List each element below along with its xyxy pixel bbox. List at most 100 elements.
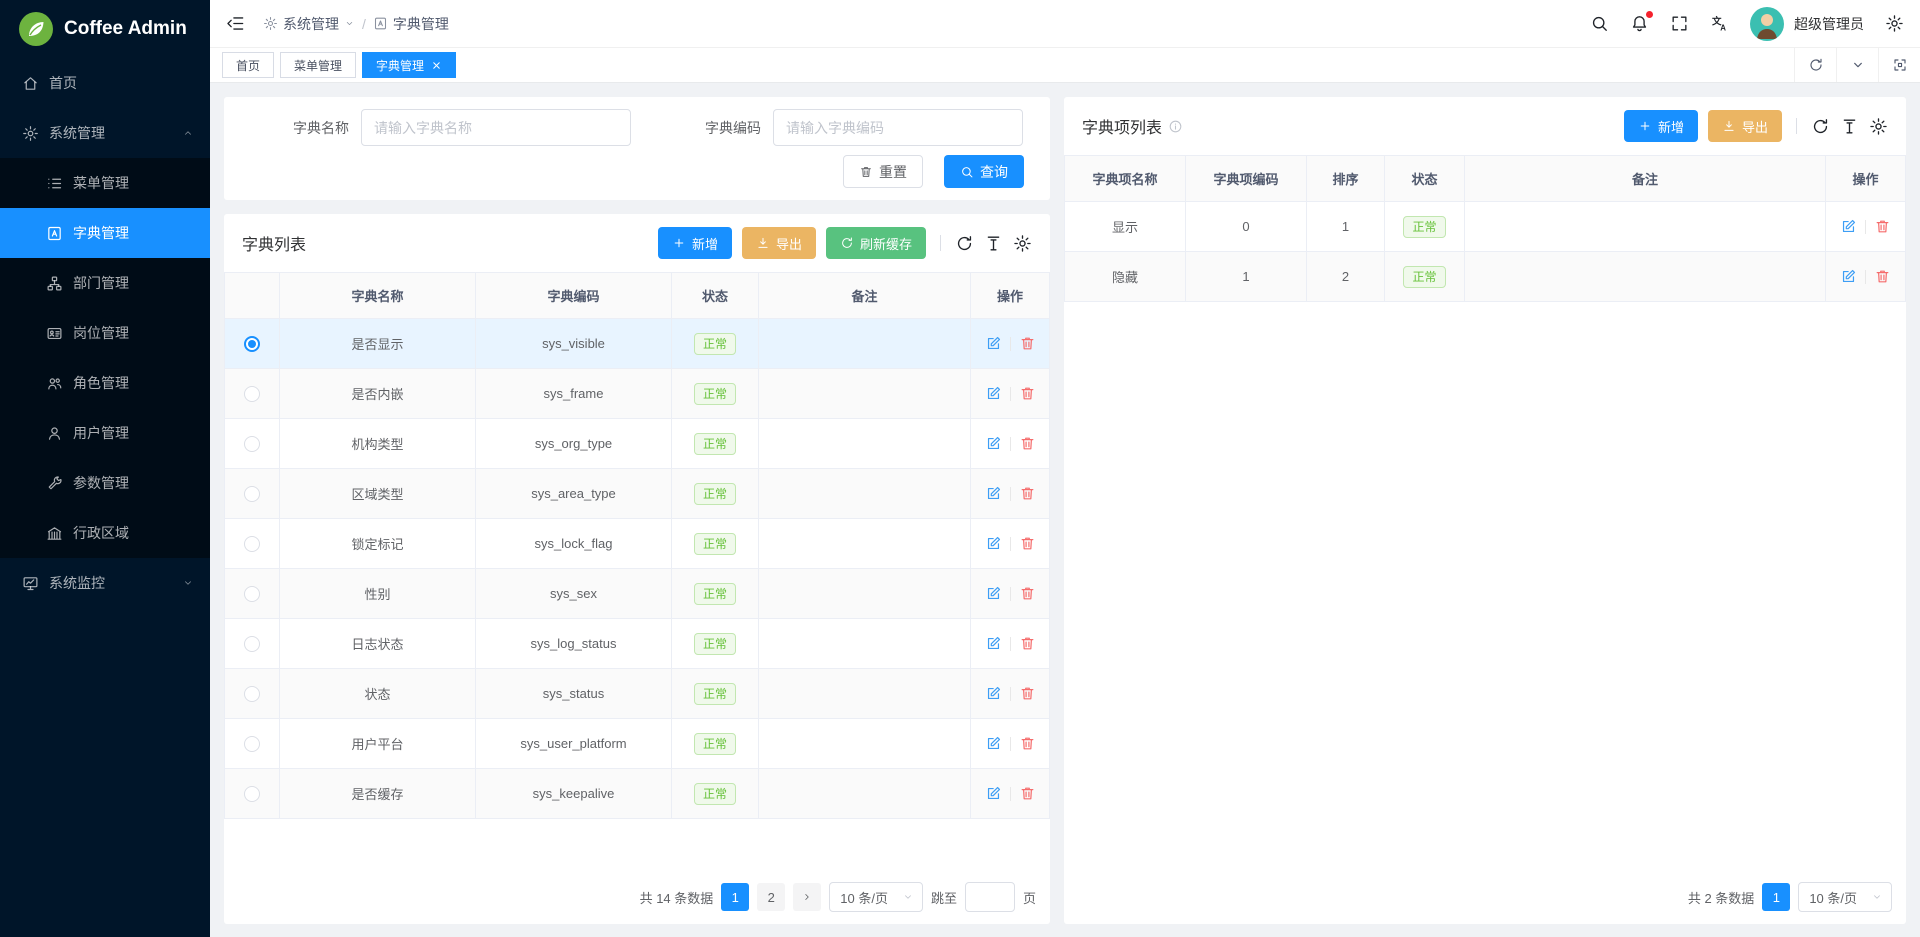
sidebar-item-label: 用户管理 — [73, 423, 129, 443]
dict-row[interactable]: 是否内嵌 sys_frame 正常 — [225, 369, 1050, 419]
delete-icon[interactable] — [1019, 785, 1036, 802]
info-icon[interactable] — [1168, 119, 1183, 134]
edit-icon[interactable] — [985, 585, 1002, 602]
breadcrumb-item-dict[interactable]: 字典管理 — [373, 14, 449, 34]
edit-icon[interactable] — [985, 485, 1002, 502]
fullscreen-icon[interactable] — [1670, 14, 1689, 33]
breadcrumb-item-system[interactable]: 系统管理 — [263, 14, 355, 34]
reload-table-icon[interactable] — [955, 234, 974, 253]
tab-home[interactable]: 首页 — [222, 52, 274, 78]
delete-icon[interactable] — [1019, 685, 1036, 702]
delete-icon[interactable] — [1019, 485, 1036, 502]
edit-icon[interactable] — [985, 385, 1002, 402]
notifications-button[interactable] — [1630, 14, 1649, 33]
sidebar-item-user-management[interactable]: 用户管理 — [0, 408, 210, 458]
dict-row[interactable]: 区域类型 sys_area_type 正常 — [225, 469, 1050, 519]
dict-row[interactable]: 是否缓存 sys_keepalive 正常 — [225, 769, 1050, 819]
total-count: 共 14 条数据 — [640, 888, 714, 907]
reload-table-icon[interactable] — [1811, 117, 1830, 136]
delete-icon[interactable] — [1019, 335, 1036, 352]
edit-icon[interactable] — [985, 785, 1002, 802]
dict-name-input[interactable] — [361, 109, 631, 146]
refresh-page-button[interactable] — [1794, 48, 1836, 82]
dict-row[interactable]: 是否显示 sys_visible 正常 — [225, 319, 1050, 369]
username[interactable]: 超级管理员 — [1794, 14, 1864, 34]
radio[interactable] — [244, 636, 260, 652]
sidebar-item-param-management[interactable]: 参数管理 — [0, 458, 210, 508]
dict-row[interactable]: 机构类型 sys_org_type 正常 — [225, 419, 1050, 469]
radio[interactable] — [244, 736, 260, 752]
reset-button[interactable]: 重置 — [843, 155, 923, 188]
edit-icon[interactable] — [985, 335, 1002, 352]
add-dict-button[interactable]: 新增 — [658, 227, 732, 259]
sidebar-item-dict-management[interactable]: 字典管理 — [0, 208, 210, 258]
dict-row[interactable]: 用户平台 sys_user_platform 正常 — [225, 719, 1050, 769]
close-icon[interactable] — [431, 60, 442, 71]
radio[interactable] — [244, 586, 260, 602]
sidebar-item-admin-region[interactable]: 行政区域 — [0, 508, 210, 558]
refresh-cache-button[interactable]: 刷新缓存 — [826, 227, 926, 259]
add-dict-item-button[interactable]: 新增 — [1624, 110, 1698, 142]
export-dict-item-button[interactable]: 导出 — [1708, 110, 1782, 142]
edit-icon[interactable] — [1840, 218, 1857, 235]
row-height-icon[interactable] — [1840, 117, 1859, 136]
delete-icon[interactable] — [1874, 268, 1891, 285]
delete-icon[interactable] — [1019, 385, 1036, 402]
avatar[interactable] — [1750, 7, 1784, 41]
sidebar-item-dept-management[interactable]: 部门管理 — [0, 258, 210, 308]
content-fullscreen-button[interactable] — [1878, 48, 1920, 82]
page-size-select[interactable]: 10 条/页 — [1798, 882, 1892, 912]
translate-icon[interactable] — [1710, 14, 1729, 33]
next-page-button[interactable] — [793, 883, 821, 911]
jump-page-input[interactable] — [965, 882, 1015, 912]
menu-fold-icon[interactable] — [226, 14, 245, 33]
edit-icon[interactable] — [985, 435, 1002, 452]
dict-row[interactable]: 锁定标记 sys_lock_flag 正常 — [225, 519, 1050, 569]
edit-icon[interactable] — [985, 535, 1002, 552]
radio-selected[interactable] — [244, 336, 260, 352]
settings-gear-icon[interactable] — [1885, 14, 1904, 33]
radio[interactable] — [244, 536, 260, 552]
page-button-2[interactable]: 2 — [757, 883, 785, 911]
delete-icon[interactable] — [1019, 435, 1036, 452]
delete-icon[interactable] — [1019, 635, 1036, 652]
radio[interactable] — [244, 436, 260, 452]
dict-item-row[interactable]: 隐藏 1 2 正常 — [1065, 252, 1906, 302]
delete-icon[interactable] — [1019, 585, 1036, 602]
radio[interactable] — [244, 386, 260, 402]
dict-code-input[interactable] — [773, 109, 1023, 146]
delete-icon[interactable] — [1874, 218, 1891, 235]
column-settings-gear-icon[interactable] — [1013, 234, 1032, 253]
tab-actions-dropdown[interactable] — [1836, 48, 1878, 82]
page-button-1[interactable]: 1 — [721, 883, 749, 911]
page-size-select[interactable]: 10 条/页 — [829, 882, 923, 912]
page-button-1[interactable]: 1 — [1762, 883, 1790, 911]
export-dict-button[interactable]: 导出 — [742, 227, 816, 259]
edit-icon[interactable] — [985, 735, 1002, 752]
app-logo[interactable]: Coffee Admin — [0, 0, 210, 58]
row-height-icon[interactable] — [984, 234, 1003, 253]
tab-menu-management[interactable]: 菜单管理 — [280, 52, 356, 78]
sidebar-item-system-management[interactable]: 系统管理 — [0, 108, 210, 158]
dict-row[interactable]: 状态 sys_status 正常 — [225, 669, 1050, 719]
radio[interactable] — [244, 486, 260, 502]
sidebar-item-post-management[interactable]: 岗位管理 — [0, 308, 210, 358]
sidebar-item-home[interactable]: 首页 — [0, 58, 210, 108]
sidebar-item-system-monitor[interactable]: 系统监控 — [0, 558, 210, 608]
column-settings-gear-icon[interactable] — [1869, 117, 1888, 136]
search-icon[interactable] — [1590, 14, 1609, 33]
delete-icon[interactable] — [1019, 735, 1036, 752]
edit-icon[interactable] — [1840, 268, 1857, 285]
query-button[interactable]: 查询 — [944, 155, 1024, 188]
tab-dict-management[interactable]: 字典管理 — [362, 52, 456, 78]
radio[interactable] — [244, 686, 260, 702]
dict-row[interactable]: 日志状态 sys_log_status 正常 — [225, 619, 1050, 669]
delete-icon[interactable] — [1019, 535, 1036, 552]
radio[interactable] — [244, 786, 260, 802]
dict-item-row[interactable]: 显示 0 1 正常 — [1065, 202, 1906, 252]
sidebar-item-menu-management[interactable]: 菜单管理 — [0, 158, 210, 208]
dict-row[interactable]: 性别 sys_sex 正常 — [225, 569, 1050, 619]
edit-icon[interactable] — [985, 635, 1002, 652]
sidebar-item-role-management[interactable]: 角色管理 — [0, 358, 210, 408]
edit-icon[interactable] — [985, 685, 1002, 702]
